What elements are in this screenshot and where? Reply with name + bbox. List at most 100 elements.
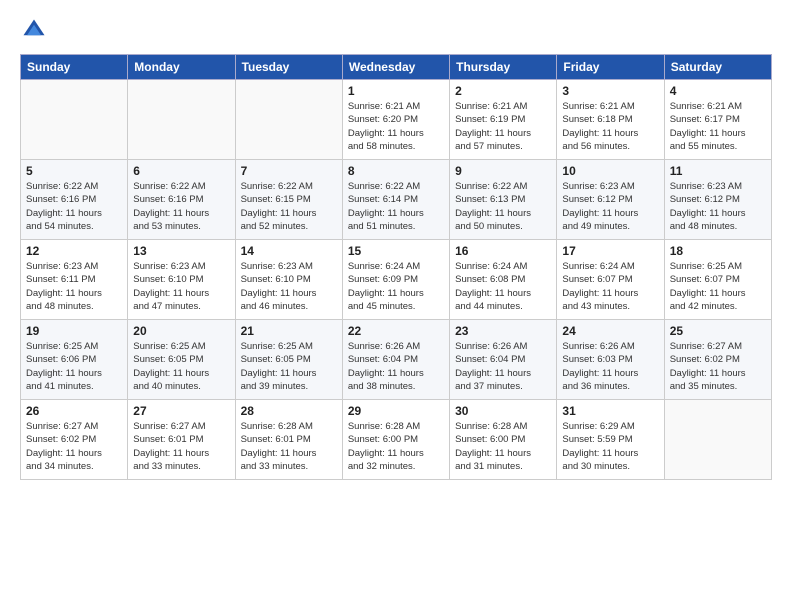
day-info: Sunrise: 6:26 AM Sunset: 6:03 PM Dayligh…	[562, 340, 658, 393]
day-info: Sunrise: 6:24 AM Sunset: 6:08 PM Dayligh…	[455, 260, 551, 313]
calendar-cell: 10 Sunrise: 6:23 AM Sunset: 6:12 PM Dayli…	[557, 160, 664, 240]
day-info: Sunrise: 6:23 AM Sunset: 6:10 PM Dayligh…	[133, 260, 229, 313]
calendar-cell: 28 Sunrise: 6:28 AM Sunset: 6:01 PM Dayli…	[235, 400, 342, 480]
calendar-cell: 3 Sunrise: 6:21 AM Sunset: 6:18 PM Daylig…	[557, 80, 664, 160]
day-info: Sunrise: 6:22 AM Sunset: 6:15 PM Dayligh…	[241, 180, 337, 233]
week-row-3: 12Sunrise: 6:23 AM Sunset: 6:11 PM Dayli…	[21, 240, 772, 320]
day-number: 23	[455, 324, 551, 338]
weekday-header-monday: Monday	[128, 55, 235, 80]
day-number: 21	[241, 324, 337, 338]
day-info: Sunrise: 6:25 AM Sunset: 6:06 PM Dayligh…	[26, 340, 122, 393]
calendar-cell: 4Sunrise: 6:21 AM Sunset: 6:17 PM Daylig…	[664, 80, 771, 160]
calendar-cell: 26 Sunrise: 6:27 AM Sunset: 6:02 PM Dayli…	[21, 400, 128, 480]
day-info: Sunrise: 6:29 AM Sunset: 5:59 PM Dayligh…	[562, 420, 658, 473]
day-info: Sunrise: 6:22 AM Sunset: 6:16 PM Dayligh…	[133, 180, 229, 233]
day-info: Sunrise: 6:25 AM Sunset: 6:05 PM Dayligh…	[241, 340, 337, 393]
calendar-cell: 1Sunrise: 6:21 AM Sunset: 6:20 PM Daylig…	[342, 80, 449, 160]
day-number: 10	[562, 164, 658, 178]
week-row-1: 1Sunrise: 6:21 AM Sunset: 6:20 PM Daylig…	[21, 80, 772, 160]
calendar-cell: 15 Sunrise: 6:24 AM Sunset: 6:09 PM Dayli…	[342, 240, 449, 320]
calendar-cell	[235, 80, 342, 160]
day-info: Sunrise: 6:23 AM Sunset: 6:12 PM Dayligh…	[562, 180, 658, 233]
logo-icon	[20, 16, 48, 44]
day-info: Sunrise: 6:24 AM Sunset: 6:09 PM Dayligh…	[348, 260, 444, 313]
calendar-cell: 18 Sunrise: 6:25 AM Sunset: 6:07 PM Dayli…	[664, 240, 771, 320]
day-number: 7	[241, 164, 337, 178]
calendar-cell: 30Sunrise: 6:28 AM Sunset: 6:00 PM Dayli…	[450, 400, 557, 480]
calendar-cell: 2Sunrise: 6:21 AM Sunset: 6:19 PM Daylig…	[450, 80, 557, 160]
day-info: Sunrise: 6:25 AM Sunset: 6:05 PM Dayligh…	[133, 340, 229, 393]
calendar-cell: 16 Sunrise: 6:24 AM Sunset: 6:08 PM Dayli…	[450, 240, 557, 320]
day-number: 8	[348, 164, 444, 178]
day-info: Sunrise: 6:25 AM Sunset: 6:07 PM Dayligh…	[670, 260, 766, 313]
calendar-cell: 22 Sunrise: 6:26 AM Sunset: 6:04 PM Dayli…	[342, 320, 449, 400]
weekday-header-sunday: Sunday	[21, 55, 128, 80]
calendar-cell: 31 Sunrise: 6:29 AM Sunset: 5:59 PM Dayli…	[557, 400, 664, 480]
day-info: Sunrise: 6:28 AM Sunset: 6:01 PM Dayligh…	[241, 420, 337, 473]
day-number: 4	[670, 84, 766, 98]
weekday-header-wednesday: Wednesday	[342, 55, 449, 80]
day-info: Sunrise: 6:28 AM Sunset: 6:00 PM Dayligh…	[455, 420, 551, 473]
day-number: 26	[26, 404, 122, 418]
day-info: Sunrise: 6:22 AM Sunset: 6:16 PM Dayligh…	[26, 180, 122, 233]
calendar-cell: 11Sunrise: 6:23 AM Sunset: 6:12 PM Dayli…	[664, 160, 771, 240]
day-info: Sunrise: 6:22 AM Sunset: 6:14 PM Dayligh…	[348, 180, 444, 233]
calendar-cell: 7 Sunrise: 6:22 AM Sunset: 6:15 PM Daylig…	[235, 160, 342, 240]
day-info: Sunrise: 6:22 AM Sunset: 6:13 PM Dayligh…	[455, 180, 551, 233]
calendar-cell: 23 Sunrise: 6:26 AM Sunset: 6:04 PM Dayli…	[450, 320, 557, 400]
day-number: 12	[26, 244, 122, 258]
calendar-cell: 21 Sunrise: 6:25 AM Sunset: 6:05 PM Dayli…	[235, 320, 342, 400]
day-number: 25	[670, 324, 766, 338]
calendar-cell: 27 Sunrise: 6:27 AM Sunset: 6:01 PM Dayli…	[128, 400, 235, 480]
calendar-cell: 24 Sunrise: 6:26 AM Sunset: 6:03 PM Dayli…	[557, 320, 664, 400]
day-number: 17	[562, 244, 658, 258]
day-number: 29	[348, 404, 444, 418]
calendar-cell: 13Sunrise: 6:23 AM Sunset: 6:10 PM Dayli…	[128, 240, 235, 320]
day-info: Sunrise: 6:28 AM Sunset: 6:00 PM Dayligh…	[348, 420, 444, 473]
day-number: 22	[348, 324, 444, 338]
calendar-table: SundayMondayTuesdayWednesdayThursdayFrid…	[20, 54, 772, 480]
calendar-cell: 19 Sunrise: 6:25 AM Sunset: 6:06 PM Dayli…	[21, 320, 128, 400]
day-info: Sunrise: 6:21 AM Sunset: 6:18 PM Dayligh…	[562, 100, 658, 153]
day-number: 20	[133, 324, 229, 338]
day-number: 24	[562, 324, 658, 338]
day-number: 19	[26, 324, 122, 338]
page: SundayMondayTuesdayWednesdayThursdayFrid…	[0, 0, 792, 612]
week-row-4: 19 Sunrise: 6:25 AM Sunset: 6:06 PM Dayli…	[21, 320, 772, 400]
day-number: 5	[26, 164, 122, 178]
weekday-header-tuesday: Tuesday	[235, 55, 342, 80]
calendar-cell: 8 Sunrise: 6:22 AM Sunset: 6:14 PM Daylig…	[342, 160, 449, 240]
day-number: 6	[133, 164, 229, 178]
day-info: Sunrise: 6:27 AM Sunset: 6:02 PM Dayligh…	[26, 420, 122, 473]
logo	[20, 16, 52, 44]
calendar-cell: 12Sunrise: 6:23 AM Sunset: 6:11 PM Dayli…	[21, 240, 128, 320]
calendar-cell: 29 Sunrise: 6:28 AM Sunset: 6:00 PM Dayli…	[342, 400, 449, 480]
week-row-5: 26 Sunrise: 6:27 AM Sunset: 6:02 PM Dayli…	[21, 400, 772, 480]
day-number: 1	[348, 84, 444, 98]
day-info: Sunrise: 6:26 AM Sunset: 6:04 PM Dayligh…	[348, 340, 444, 393]
calendar-header-row: SundayMondayTuesdayWednesdayThursdayFrid…	[21, 55, 772, 80]
calendar-cell: 14Sunrise: 6:23 AM Sunset: 6:10 PM Dayli…	[235, 240, 342, 320]
weekday-header-friday: Friday	[557, 55, 664, 80]
calendar-cell: 25Sunrise: 6:27 AM Sunset: 6:02 PM Dayli…	[664, 320, 771, 400]
calendar-cell: 6 Sunrise: 6:22 AM Sunset: 6:16 PM Daylig…	[128, 160, 235, 240]
calendar-cell: 17 Sunrise: 6:24 AM Sunset: 6:07 PM Dayli…	[557, 240, 664, 320]
day-number: 16	[455, 244, 551, 258]
day-info: Sunrise: 6:26 AM Sunset: 6:04 PM Dayligh…	[455, 340, 551, 393]
day-number: 2	[455, 84, 551, 98]
day-number: 31	[562, 404, 658, 418]
day-number: 28	[241, 404, 337, 418]
day-info: Sunrise: 6:27 AM Sunset: 6:01 PM Dayligh…	[133, 420, 229, 473]
day-number: 18	[670, 244, 766, 258]
day-number: 15	[348, 244, 444, 258]
calendar-cell: 20 Sunrise: 6:25 AM Sunset: 6:05 PM Dayli…	[128, 320, 235, 400]
day-number: 3	[562, 84, 658, 98]
week-row-2: 5 Sunrise: 6:22 AM Sunset: 6:16 PM Daylig…	[21, 160, 772, 240]
weekday-header-thursday: Thursday	[450, 55, 557, 80]
calendar-cell: 9Sunrise: 6:22 AM Sunset: 6:13 PM Daylig…	[450, 160, 557, 240]
day-number: 27	[133, 404, 229, 418]
day-info: Sunrise: 6:24 AM Sunset: 6:07 PM Dayligh…	[562, 260, 658, 313]
day-number: 11	[670, 164, 766, 178]
header	[20, 16, 772, 44]
day-info: Sunrise: 6:23 AM Sunset: 6:10 PM Dayligh…	[241, 260, 337, 313]
